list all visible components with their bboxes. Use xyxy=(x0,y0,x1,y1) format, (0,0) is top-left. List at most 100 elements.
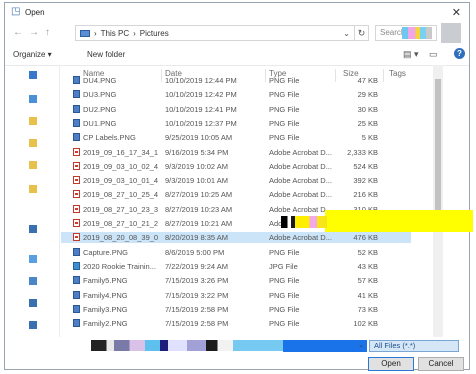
chevron-down-icon[interactable]: ⌄ xyxy=(358,341,364,351)
cancel-button[interactable]: Cancel xyxy=(418,357,464,371)
file-size: 47 KB xyxy=(357,76,378,85)
file-row[interactable]: DU3.PNG 10/10/2019 12:42 PM PNG File 29 KB xyxy=(61,89,411,100)
file-date: 7/15/2019 2:58 PM xyxy=(165,304,229,314)
file-name: DU3.PNG xyxy=(83,90,117,100)
file-size: 73 KB xyxy=(357,304,378,314)
file-type: PNG File xyxy=(269,118,300,128)
file-row[interactable]: 2019_09_16_17_34_1... 9/16/2019 5:34 PM Ad… xyxy=(61,147,411,158)
file-type: PNG File xyxy=(269,133,300,143)
file-name: Family5.PNG xyxy=(83,276,128,286)
file-name: 2019_08_27_10_23_3... xyxy=(83,204,158,214)
this-pc-nav-icon[interactable] xyxy=(29,277,37,285)
file-size: 52 KB xyxy=(357,247,378,257)
file-name: 2019_08_27_10_21_2... xyxy=(83,219,158,228)
file-date: 8/27/2019 10:23 AM xyxy=(165,204,233,214)
file-list[interactable]: Name Date Type Size Tags DU4.PNG 10/10/20… xyxy=(61,65,469,337)
back-arrow-icon[interactable]: ← xyxy=(13,27,23,38)
file-row[interactable]: CP Labels.PNG 9/25/2019 10:05 AM PNG File 5… xyxy=(61,132,411,143)
file-size: 5 KB xyxy=(361,133,378,143)
file-date: 7/15/2019 2:58 PM xyxy=(165,319,229,329)
breadcrumb[interactable]: › This PC › Pictures ⌄ xyxy=(75,25,355,41)
forward-arrow-icon[interactable]: → xyxy=(29,27,39,38)
dialog-footer: ⌄ All Files (*.*) Open Cancel xyxy=(5,337,469,371)
close-icon[interactable]: ✕ xyxy=(452,6,461,19)
pdf-file-icon xyxy=(73,219,80,227)
file-row[interactable]: DU4.PNG 10/10/2019 12:44 PM PNG File 47 KB xyxy=(61,75,411,86)
help-icon[interactable]: ? xyxy=(454,48,465,59)
file-size: 216 KB xyxy=(353,190,378,200)
png-file-icon xyxy=(73,76,80,84)
file-row[interactable]: Family3.PNG 7/15/2019 2:58 PM PNG File 73 K… xyxy=(61,304,411,315)
window-title: Open xyxy=(25,7,45,17)
up-arrow-icon[interactable]: ↑ xyxy=(45,27,50,38)
navigation-pane[interactable] xyxy=(5,65,60,337)
search-input[interactable]: Search Pi xyxy=(375,25,437,41)
drive-icon[interactable] xyxy=(29,321,37,329)
drive-icon[interactable] xyxy=(29,299,37,307)
chevron-down-icon[interactable]: ⌄ xyxy=(343,29,350,38)
file-date: 10/10/2019 12:41 PM xyxy=(165,104,237,114)
png-file-icon xyxy=(73,90,80,99)
file-row[interactable]: 2019_09_03_10_01_4... 9/3/2019 10:01 AM Ad… xyxy=(61,175,411,186)
file-type: PNG File xyxy=(269,319,300,329)
file-row[interactable]: 2019_08_27_10_25_4... 8/27/2019 10:25 AM A… xyxy=(61,189,411,200)
file-name: 2020 Rookie Trainin... xyxy=(83,261,156,271)
png-file-icon xyxy=(73,247,80,256)
png-file-icon xyxy=(73,276,80,285)
folder-icon[interactable] xyxy=(29,161,37,169)
folder-icon[interactable] xyxy=(29,117,37,125)
file-size: 57 KB xyxy=(357,276,378,286)
file-name: DU1.PNG xyxy=(83,118,117,128)
file-name-input[interactable] xyxy=(283,340,367,352)
file-name: 2019_09_03_10_01_4... xyxy=(83,176,158,186)
pdf-file-icon xyxy=(73,190,80,199)
view-options-icon[interactable]: ▤ ▾ xyxy=(403,49,419,60)
png-file-icon xyxy=(73,118,80,127)
breadcrumb-separator: › xyxy=(133,28,136,38)
file-size: 524 KB xyxy=(353,161,378,171)
file-type-select[interactable]: ⌄ All Files (*.*) xyxy=(358,340,459,352)
file-row[interactable]: Family2.PNG 7/15/2019 2:58 PM PNG File 102 … xyxy=(61,318,411,329)
file-type: PNG File xyxy=(269,76,300,85)
file-row[interactable]: 2019_08_20_08_39_0... 8/20/2019 8:35 AM Ad… xyxy=(61,232,411,244)
file-date: 8/27/2019 10:25 AM xyxy=(165,190,233,200)
scrollbar-thumb[interactable] xyxy=(435,79,441,229)
file-row[interactable]: DU1.PNG 10/10/2019 12:37 PM PNG File 25 KB xyxy=(61,118,411,129)
quick-access-icon[interactable] xyxy=(29,71,37,79)
file-size: 43 KB xyxy=(357,261,378,271)
open-button[interactable]: Open xyxy=(368,357,414,371)
new-folder-button[interactable]: New folder xyxy=(87,50,125,59)
file-type: PNG File xyxy=(269,247,300,257)
file-row[interactable]: DU2.PNG 10/10/2019 12:41 PM PNG File 30 KB xyxy=(61,104,411,115)
network-icon[interactable] xyxy=(29,225,37,233)
file-type: JPG File xyxy=(269,261,298,271)
file-date: 7/15/2019 3:26 PM xyxy=(165,276,229,286)
file-date: 8/6/2019 5:00 PM xyxy=(165,247,225,257)
file-type: PNG File xyxy=(269,276,300,286)
onedrive-icon[interactable] xyxy=(29,255,37,263)
file-size: 392 KB xyxy=(353,176,378,186)
file-name: Family2.PNG xyxy=(83,319,128,329)
refresh-icon[interactable]: ↻ xyxy=(355,25,369,41)
file-row[interactable]: 2019_09_03_10_02_4... 9/3/2019 10:02 AM Ad… xyxy=(61,161,411,172)
title-bar: ◳ Open ✕ xyxy=(5,3,469,21)
folder-icon[interactable] xyxy=(29,139,37,147)
png-file-icon xyxy=(73,104,80,113)
file-name: Capture.PNG xyxy=(83,247,129,257)
file-row[interactable]: Capture.PNG 8/6/2019 5:00 PM PNG File 52 KB xyxy=(61,247,411,258)
file-name-label-artifact xyxy=(91,340,283,351)
file-row[interactable]: Family5.PNG 7/15/2019 3:26 PM PNG File 57 K… xyxy=(61,275,411,286)
file-row[interactable]: 2020 Rookie Trainin... 7/22/2019 9:24 AM J… xyxy=(61,261,411,272)
file-date: 10/10/2019 12:37 PM xyxy=(165,118,237,128)
organize-button[interactable]: Organize ▾ xyxy=(13,50,52,59)
vertical-scrollbar[interactable] xyxy=(433,65,443,337)
preview-pane-icon[interactable]: ▭ xyxy=(429,49,438,60)
folder-icon[interactable] xyxy=(29,185,37,193)
breadcrumb-pictures[interactable]: Pictures xyxy=(140,29,169,38)
file-row[interactable]: Family4.PNG 7/15/2019 3:22 PM PNG File 41 K… xyxy=(61,290,411,301)
file-date: 10/10/2019 12:42 PM xyxy=(165,90,237,100)
file-name: Family3.PNG xyxy=(83,304,128,314)
png-file-icon xyxy=(73,304,80,313)
nav-item-icon[interactable] xyxy=(29,95,37,103)
breadcrumb-this-pc[interactable]: This PC xyxy=(101,29,129,38)
